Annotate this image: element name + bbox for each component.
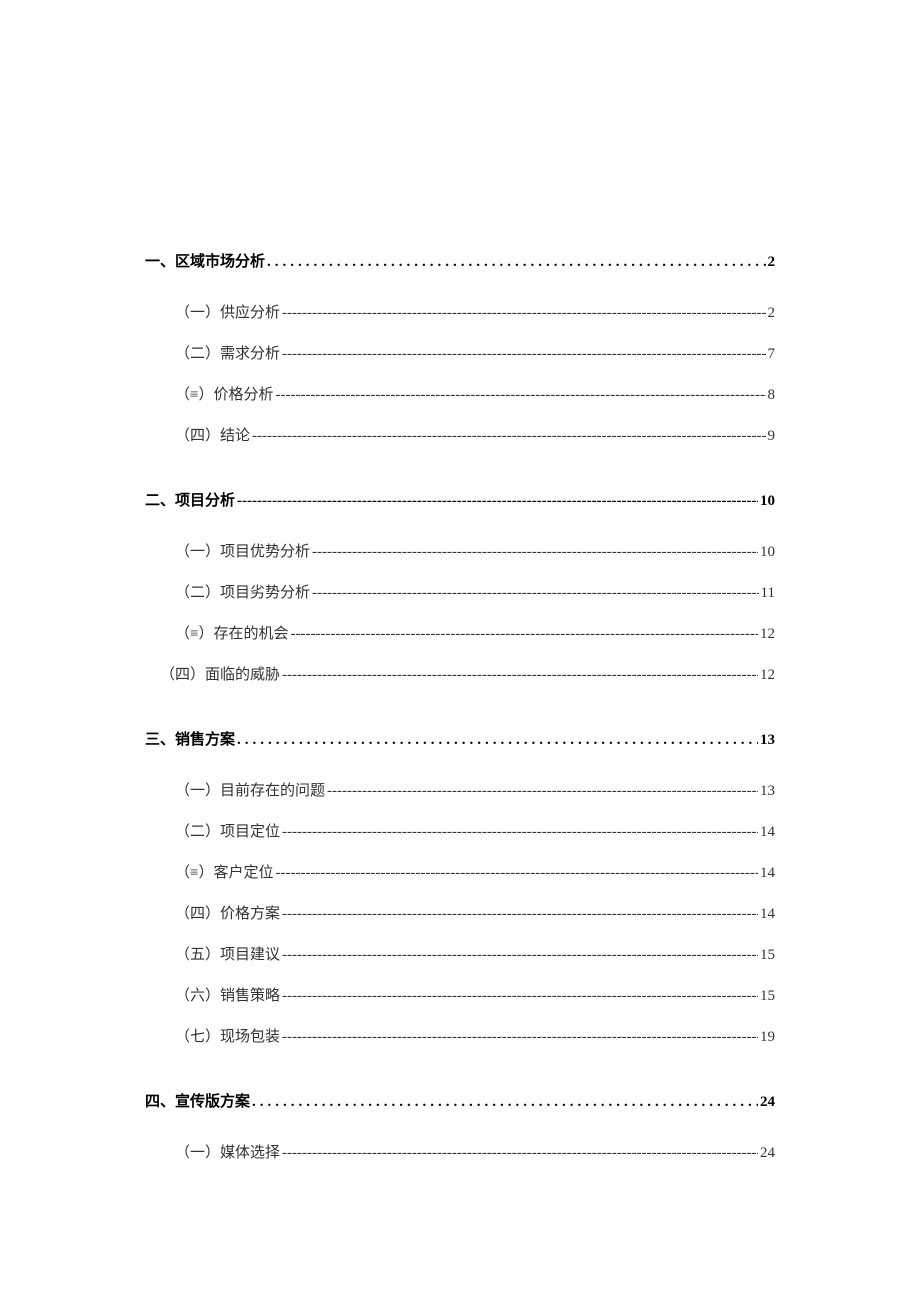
toc-item-page: 12 — [760, 667, 775, 684]
toc-item-page: 11 — [761, 585, 775, 602]
toc-item-page: 19 — [760, 1029, 775, 1046]
toc-item-page: 15 — [760, 988, 775, 1005]
toc-leader — [275, 865, 758, 882]
toc-section-page: 24 — [760, 1094, 775, 1111]
toc-item-page: 14 — [760, 906, 775, 923]
toc-leader — [282, 824, 758, 841]
toc-item-label: （二）需求分析 — [175, 342, 280, 363]
toc-leader — [282, 988, 758, 1005]
toc-item-page: 14 — [760, 865, 775, 882]
toc-item-page: 15 — [760, 947, 775, 964]
toc-item: （一）目前存在的问题 13 — [175, 779, 775, 800]
toc-item-label: （≡）价格分析 — [175, 383, 273, 404]
toc-item: （六）销售策略 15 — [175, 984, 775, 1005]
toc-section-heading: 四、宣传版方案 24 — [145, 1090, 775, 1111]
toc-leader — [312, 544, 758, 561]
toc-section-label: 三、销售方案 — [145, 728, 235, 749]
toc-subitems: （一）项目优势分析 10 （二）项目劣势分析 11 （≡）存在的机会 12 （四… — [145, 540, 775, 684]
toc-section-label: 一、区域市场分析 — [145, 250, 265, 271]
toc-item-page: 8 — [768, 387, 776, 404]
toc-leader — [282, 667, 758, 684]
toc-item: （≡）价格分析 8 — [175, 383, 775, 404]
toc-leader — [267, 254, 765, 271]
toc-item-label: （一）项目优势分析 — [175, 540, 310, 561]
toc-leader — [237, 493, 758, 510]
toc-leader — [282, 947, 758, 964]
toc-item: （≡）客户定位 14 — [175, 861, 775, 882]
toc-item-page: 12 — [760, 626, 775, 643]
toc-item-page: 2 — [768, 305, 776, 322]
toc-item: （五）项目建议 15 — [175, 943, 775, 964]
toc-item-page: 13 — [760, 783, 775, 800]
toc-item-label: （七）现场包装 — [175, 1025, 280, 1046]
toc-section-label: 四、宣传版方案 — [145, 1090, 250, 1111]
toc-leader — [282, 305, 765, 322]
toc-item-label: （一）供应分析 — [175, 301, 280, 322]
toc-item: （七）现场包装 19 — [175, 1025, 775, 1046]
toc-leader — [282, 1145, 758, 1162]
toc-item: （一）媒体选择 24 — [175, 1141, 775, 1162]
document-page: 一、区域市场分析 2 （一）供应分析 2 （二）需求分析 7 （≡）价格分析 8… — [0, 0, 920, 1301]
toc-item-label: （≡）客户定位 — [175, 861, 273, 882]
toc-item-page: 14 — [760, 824, 775, 841]
toc-section-heading: 三、销售方案 13 — [145, 728, 775, 749]
toc-item-label: （二）项目劣势分析 — [175, 581, 310, 602]
toc-item-label: （五）项目建议 — [175, 943, 280, 964]
toc-section-page: 2 — [768, 254, 776, 271]
toc-item-page: 24 — [760, 1145, 775, 1162]
toc-item-page: 9 — [768, 428, 776, 445]
table-of-contents: 一、区域市场分析 2 （一）供应分析 2 （二）需求分析 7 （≡）价格分析 8… — [145, 250, 775, 1162]
toc-leader — [290, 626, 758, 643]
toc-item: （≡）存在的机会 12 — [175, 622, 775, 643]
toc-subitems: （一）供应分析 2 （二）需求分析 7 （≡）价格分析 8 （四）结论 9 — [145, 301, 775, 445]
toc-item-label: （一）目前存在的问题 — [175, 779, 325, 800]
toc-leader — [312, 585, 759, 602]
toc-leader — [282, 1029, 758, 1046]
toc-item-label: （≡）存在的机会 — [175, 622, 288, 643]
toc-subitems: （一）目前存在的问题 13 （二）项目定位 14 （≡）客户定位 14 （四）价… — [145, 779, 775, 1046]
toc-leader — [252, 1094, 758, 1111]
toc-item: （二）项目劣势分析 11 — [175, 581, 775, 602]
toc-leader — [252, 428, 765, 445]
toc-item: （一）供应分析 2 — [175, 301, 775, 322]
toc-subitems: （一）媒体选择 24 — [145, 1141, 775, 1162]
toc-item-page: 10 — [760, 544, 775, 561]
toc-item: （四）价格方案 14 — [175, 902, 775, 923]
toc-item-label: （六）销售策略 — [175, 984, 280, 1005]
toc-leader — [237, 732, 758, 749]
toc-item: （四）面临的威胁 12 — [160, 663, 775, 684]
toc-leader — [275, 387, 765, 404]
toc-section-page: 10 — [760, 493, 775, 510]
toc-item-page: 7 — [768, 346, 776, 363]
toc-section-heading: 二、项目分析 10 — [145, 489, 775, 510]
toc-item-label: （四）结论 — [175, 424, 250, 445]
toc-item: （二）项目定位 14 — [175, 820, 775, 841]
toc-item-label: （四）面临的威胁 — [160, 663, 280, 684]
toc-section-label: 二、项目分析 — [145, 489, 235, 510]
toc-item: （一）项目优势分析 10 — [175, 540, 775, 561]
toc-item: （二）需求分析 7 — [175, 342, 775, 363]
toc-leader — [327, 783, 758, 800]
toc-item: （四）结论 9 — [175, 424, 775, 445]
toc-section-heading: 一、区域市场分析 2 — [145, 250, 775, 271]
toc-section-page: 13 — [760, 732, 775, 749]
toc-leader — [282, 906, 758, 923]
toc-item-label: （二）项目定位 — [175, 820, 280, 841]
toc-item-label: （一）媒体选择 — [175, 1141, 280, 1162]
toc-item-label: （四）价格方案 — [175, 902, 280, 923]
toc-leader — [282, 346, 765, 363]
